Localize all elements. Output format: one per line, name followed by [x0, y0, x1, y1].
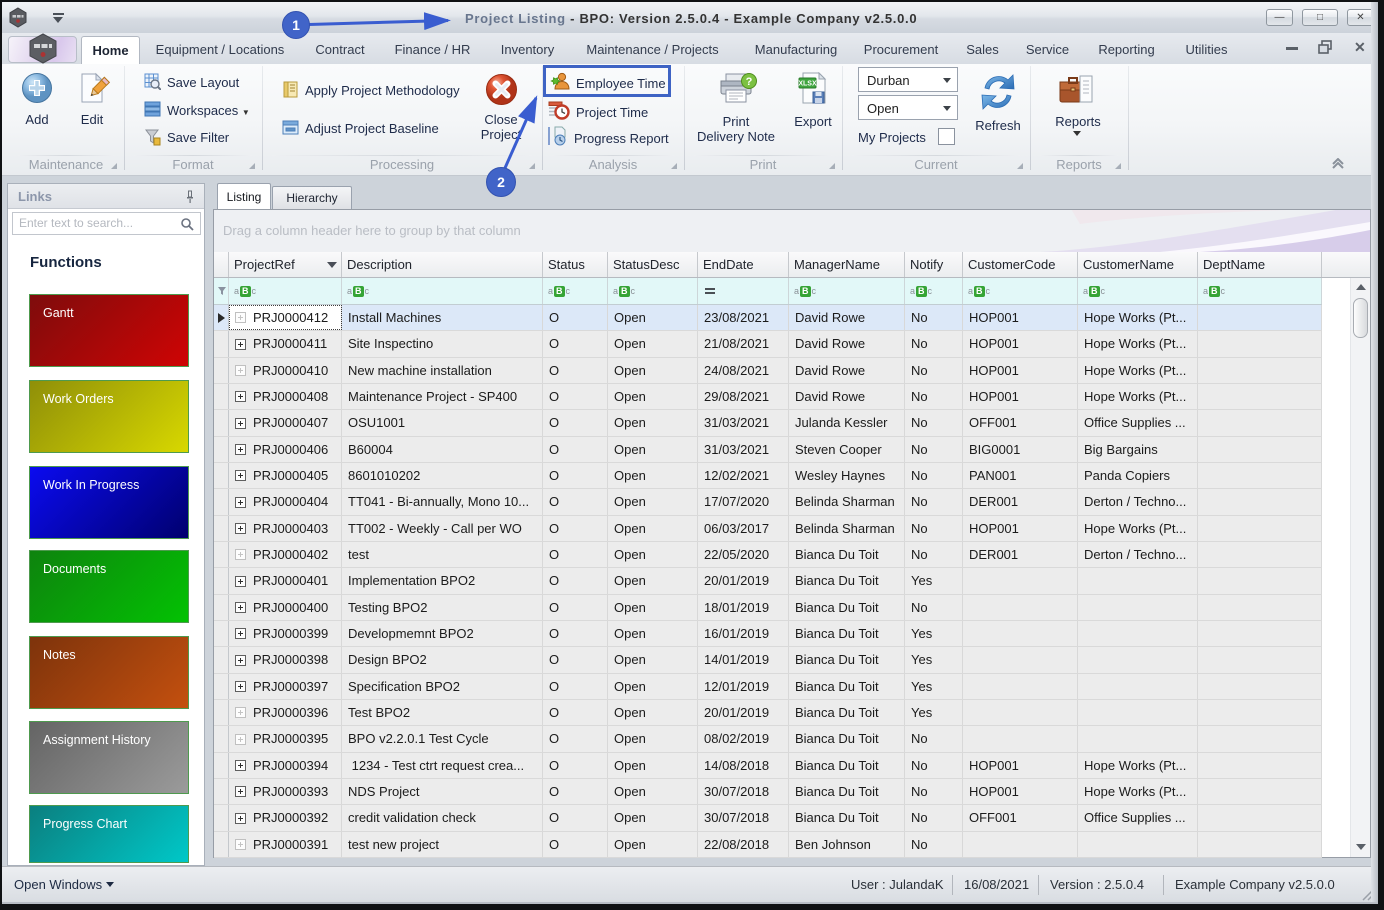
svg-text:?: ?	[746, 76, 753, 88]
svg-text:2: 2	[497, 174, 505, 190]
svg-text:XLSX: XLSX	[798, 81, 817, 88]
